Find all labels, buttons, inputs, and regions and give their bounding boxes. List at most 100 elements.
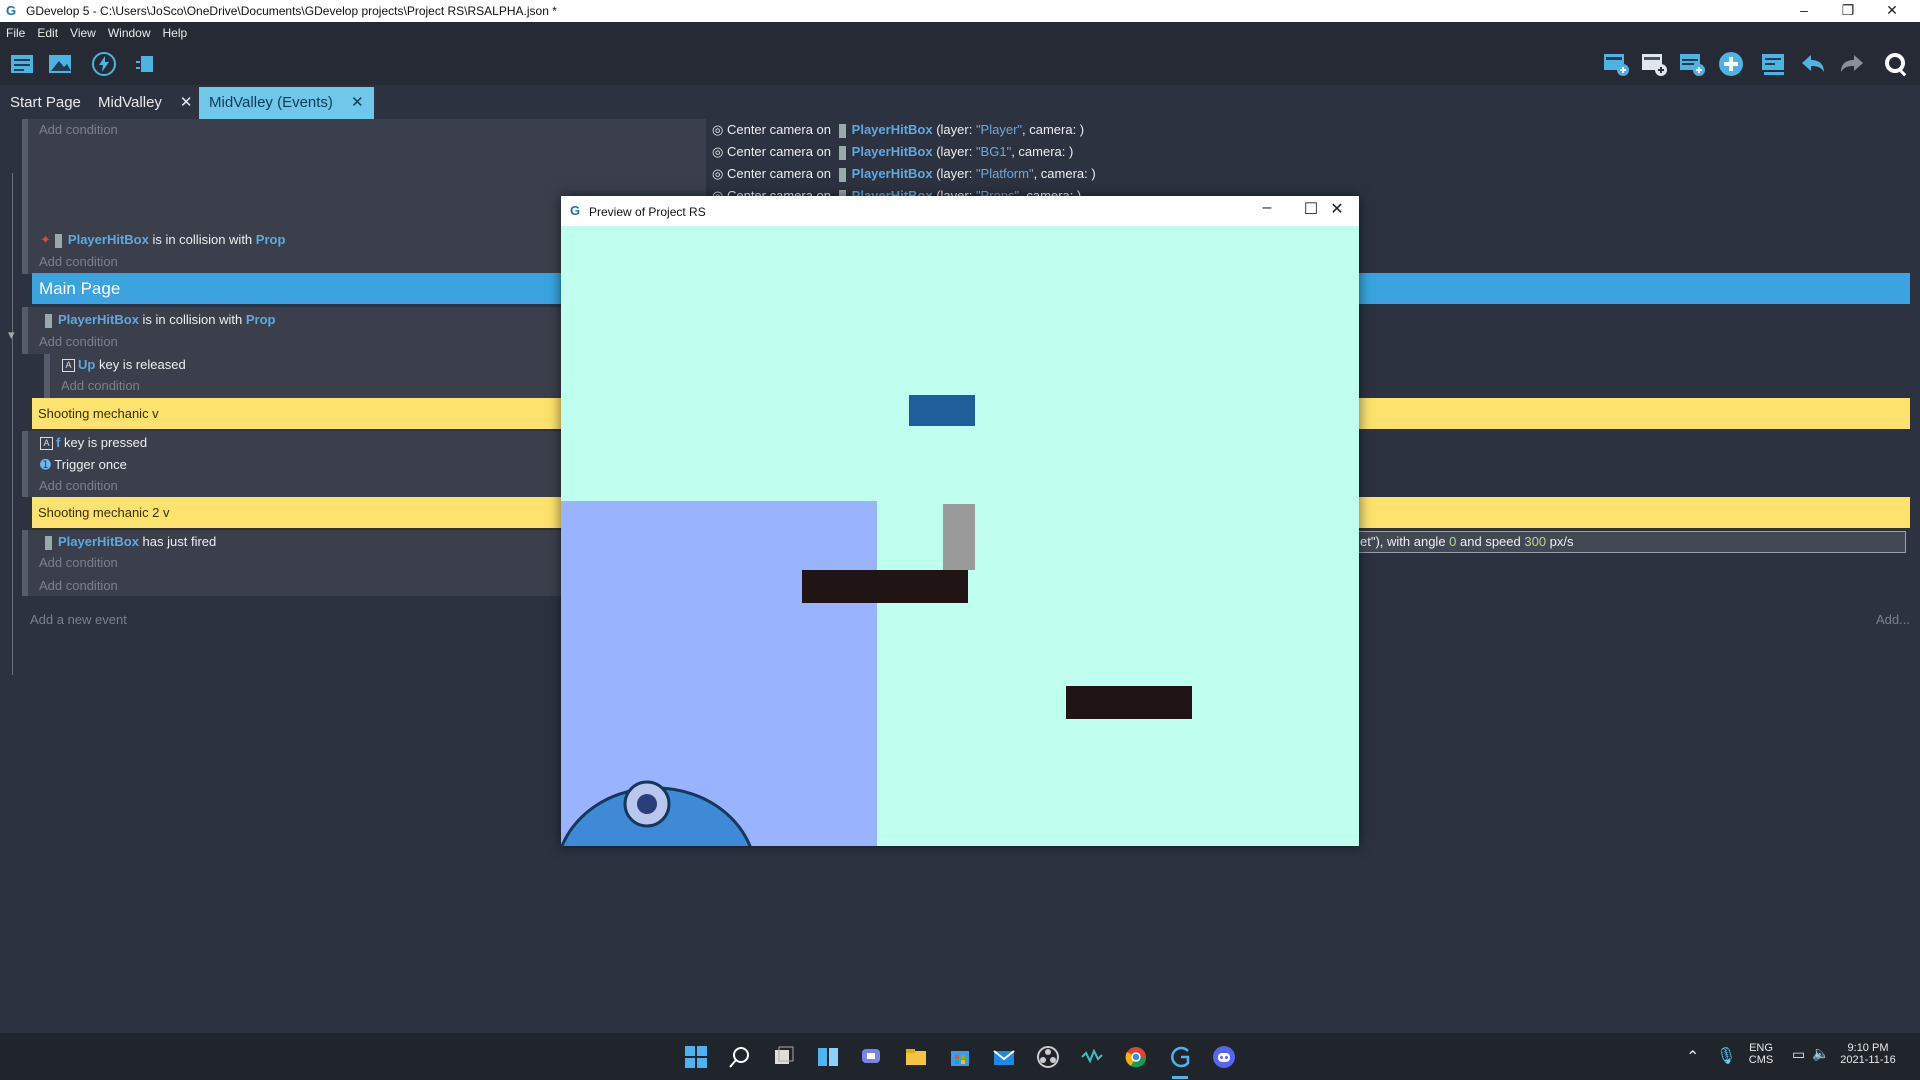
camera-action-icon: ◎: [712, 166, 724, 181]
start-windows-icon[interactable]: [683, 1044, 709, 1070]
object-icon: [838, 145, 846, 160]
window-title: GDevelop 5 - C:\Users\JoSco\OneDrive\Doc…: [26, 4, 557, 18]
action-center-camera[interactable]: ◎ Center camera on PlayerHitBox (layer: …: [712, 166, 1096, 182]
gdevelop-app-icon: G: [570, 203, 581, 218]
language-indicator[interactable]: ENG CMS: [1746, 1042, 1776, 1066]
editor-tabs: Start Page MidValley ✕ MidValley (Events)…: [0, 87, 1920, 119]
clock[interactable]: 9:10 PM 2021-11-16: [1836, 1042, 1900, 1066]
event-bar: [22, 574, 28, 596]
player-pupil: [637, 794, 657, 814]
condition-key-pressed[interactable]: Af key is pressed: [40, 435, 147, 451]
undo-icon[interactable]: [1799, 50, 1827, 78]
add-condition-link[interactable]: Add condition: [39, 555, 118, 570]
waveform-app-icon[interactable]: [1079, 1044, 1105, 1070]
floating-platform-blue: [909, 395, 975, 426]
microphone-icon[interactable]: 🎙: [1716, 1046, 1736, 1066]
store-icon[interactable]: [947, 1044, 973, 1070]
condition-trigger-once[interactable]: ➊ Trigger once: [40, 457, 127, 473]
taskbar: ⌃ 🎙 ENG CMS ▭ 🔈 9:10 PM 2021-11-16: [0, 1033, 1920, 1080]
redo-icon[interactable]: [1838, 50, 1866, 78]
camera-action-icon: ◎: [712, 144, 724, 159]
network-icon[interactable]: ▭: [1792, 1046, 1805, 1063]
show-hidden-icons[interactable]: ⌃: [1686, 1047, 1699, 1067]
preview-minimize-button[interactable]: –: [1247, 199, 1287, 217]
add-more-link[interactable]: Add...: [1876, 612, 1910, 627]
gdevelop-app-icon: G: [6, 3, 17, 18]
event-bar: [22, 530, 28, 574]
object-icon: [838, 123, 846, 138]
game-scene: [561, 395, 1192, 846]
object-icon: [54, 233, 62, 248]
add-comment-icon[interactable]: [1678, 50, 1706, 78]
obs-icon[interactable]: [1035, 1044, 1061, 1070]
condition-collision[interactable]: ✦ PlayerHitBox is in collision with Prop: [40, 232, 285, 248]
condition-has-fired[interactable]: PlayerHitBox has just fired: [41, 534, 216, 550]
player-hitbox: [943, 504, 975, 570]
teams-chat-icon[interactable]: [859, 1044, 885, 1070]
menu-window[interactable]: Window: [102, 26, 157, 40]
add-event-icon[interactable]: [1602, 50, 1630, 78]
condition-key-released[interactable]: A Up key is released: [62, 357, 186, 373]
mail-icon[interactable]: [991, 1044, 1017, 1070]
tab-start-page[interactable]: Start Page: [0, 87, 91, 119]
search-icon[interactable]: [727, 1044, 753, 1070]
menu-help[interactable]: Help: [157, 26, 194, 40]
trigger-once-icon: ➊: [40, 457, 51, 472]
action-center-camera[interactable]: ◎ Center camera on PlayerHitBox (layer: …: [712, 122, 1084, 138]
widgets-icon[interactable]: [815, 1044, 841, 1070]
action-fire-bullet[interactable]: et"), with angle 0 and speed 300 px/s: [1360, 534, 1574, 549]
add-condition-link[interactable]: Add condition: [39, 578, 118, 593]
tree-line: [12, 173, 13, 675]
collision-icon: ✦: [40, 232, 51, 247]
menu-file[interactable]: File: [0, 26, 31, 40]
add-condition-link[interactable]: Add condition: [39, 122, 118, 137]
volume-icon[interactable]: 🔈: [1812, 1045, 1829, 1062]
tab-midvalley[interactable]: MidValley ✕: [88, 87, 203, 119]
add-new-event-link[interactable]: Add a new event: [30, 612, 127, 627]
preview-lightning-icon[interactable]: [90, 50, 118, 78]
chrome-icon[interactable]: [1123, 1044, 1149, 1070]
tab-close-icon[interactable]: ✕: [180, 94, 193, 111]
project-manager-icon[interactable]: [8, 50, 36, 78]
keyboard-icon: A: [40, 437, 53, 451]
object-icon: [45, 535, 52, 550]
menu-edit[interactable]: Edit: [31, 26, 64, 40]
add-condition-link[interactable]: Add condition: [61, 378, 140, 393]
window-close-button[interactable]: ✕: [1870, 0, 1914, 22]
menu-bar: File Edit View Window Help: [0, 22, 1920, 43]
delete-selection-icon[interactable]: [1760, 50, 1788, 78]
gdevelop-taskbar-icon[interactable]: [1167, 1044, 1193, 1070]
event-bar: [22, 431, 28, 497]
window-minimize-button[interactable]: –: [1782, 0, 1826, 22]
add-subevent-icon[interactable]: [1640, 50, 1668, 78]
file-explorer-icon[interactable]: [903, 1044, 929, 1070]
preview-close-button[interactable]: ✕: [1317, 199, 1357, 219]
action-center-camera[interactable]: ◎ Center camera on PlayerHitBox (layer: …: [712, 144, 1073, 160]
event-bar: [22, 119, 28, 227]
menu-view[interactable]: View: [64, 26, 102, 40]
keyboard-icon: A: [62, 359, 75, 373]
add-condition-link[interactable]: Add condition: [39, 478, 118, 493]
window-title-bar: G GDevelop 5 - C:\Users\JoSco\OneDrive\D…: [0, 0, 1920, 22]
scene-editor-icon[interactable]: [46, 50, 74, 78]
tab-midvalley-events[interactable]: MidValley (Events) ✕: [199, 87, 374, 119]
object-icon: [838, 167, 846, 182]
add-condition-link[interactable]: Add condition: [39, 254, 118, 269]
search-icon[interactable]: [1882, 50, 1910, 78]
platform-dark: [802, 570, 968, 603]
preview-window[interactable]: G Preview of Project RS – ☐ ✕: [561, 196, 1359, 846]
game-canvas[interactable]: [561, 226, 1359, 846]
platform-dark: [1066, 686, 1192, 719]
add-condition-link[interactable]: Add condition: [39, 334, 118, 349]
condition-collision[interactable]: PlayerHitBox is in collision with Prop: [41, 312, 276, 328]
add-other-icon[interactable]: [1717, 50, 1745, 78]
discord-icon[interactable]: [1211, 1044, 1237, 1070]
debugger-icon[interactable]: [132, 50, 160, 78]
task-view-icon[interactable]: [771, 1044, 797, 1070]
collapse-arrow-icon[interactable]: ▾: [8, 327, 15, 343]
window-restore-button[interactable]: ❐: [1826, 0, 1870, 22]
preview-title-bar: G Preview of Project RS – ☐ ✕: [561, 196, 1359, 226]
camera-action-icon: ◎: [712, 122, 724, 137]
tab-close-icon[interactable]: ✕: [351, 94, 364, 111]
event-bar: [44, 354, 50, 398]
